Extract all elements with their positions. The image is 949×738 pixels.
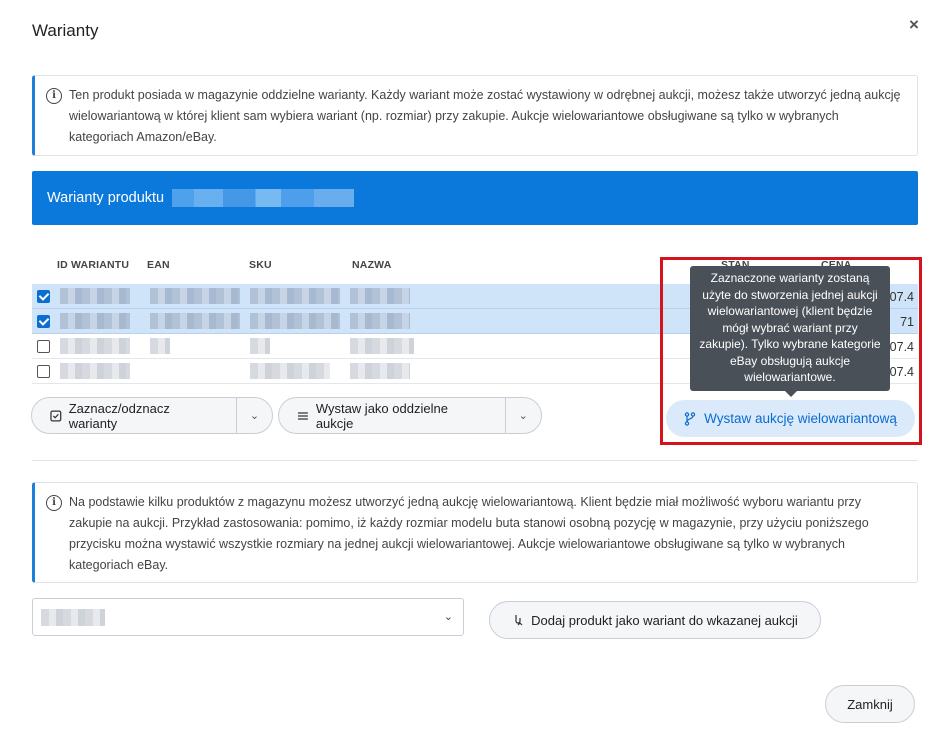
- redacted-cell: [60, 313, 130, 329]
- redacted-cell: [150, 313, 240, 329]
- row-checkbox[interactable]: [37, 315, 50, 328]
- info-box-variants: i Ten produkt posiada w magazynie oddzie…: [32, 75, 918, 156]
- close-icon[interactable]: ×: [909, 15, 919, 35]
- multi-variant-label: Wystaw aukcję wielowariantową: [704, 411, 897, 426]
- redacted-cell: [250, 288, 340, 304]
- variants-panel-header: Warianty produktu: [32, 171, 918, 225]
- redacted-cell: [350, 313, 410, 329]
- info-icon: i: [46, 88, 62, 104]
- redacted-cell: [250, 338, 270, 354]
- info-text: Na podstawie kilku produktów z magazynu …: [69, 495, 869, 572]
- add-as-variant-label: Dodaj produkt jako wariant do wkazanej a…: [531, 612, 798, 628]
- modal-title: Warianty: [32, 21, 99, 40]
- list-separately-main[interactable]: Wystaw jako oddzielne aukcje: [279, 398, 505, 433]
- toggle-variants-button[interactable]: Zaznacz/odznacz warianty ⌄: [31, 397, 273, 434]
- info-box-multi-variant: i Na podstawie kilku produktów z magazyn…: [32, 482, 918, 583]
- chevron-down-icon[interactable]: ⌄: [504, 398, 541, 433]
- redacted-cell: [350, 338, 414, 354]
- toggle-variants-label: Zaznacz/odznacz warianty: [68, 400, 170, 431]
- redacted-cell: [150, 288, 240, 304]
- auction-select[interactable]: ⌄: [32, 598, 464, 636]
- redacted-cell: [350, 363, 410, 379]
- multi-variant-auction-button[interactable]: Wystaw aukcję wielowariantową: [666, 400, 915, 437]
- redacted-product-name: [172, 189, 355, 208]
- row-checkbox[interactable]: [37, 365, 50, 378]
- redacted-cell: [60, 363, 130, 379]
- row-checkbox[interactable]: [37, 340, 50, 353]
- list-separately-button[interactable]: Wystaw jako oddzielne aukcje ⌄: [278, 397, 542, 434]
- section-divider: [32, 460, 918, 461]
- info-icon: i: [46, 495, 62, 511]
- toggle-variants-main[interactable]: Zaznacz/odznacz warianty: [32, 398, 236, 433]
- list-separately-label: Wystaw jako oddzielne aukcje: [315, 400, 448, 431]
- redacted-cell: [250, 363, 330, 379]
- column-header-name: NAZWA: [352, 259, 392, 271]
- add-as-variant-button[interactable]: Dodaj produkt jako wariant do wkazanej a…: [489, 601, 821, 639]
- close-button[interactable]: Zamknij: [825, 685, 915, 723]
- list-icon: [297, 411, 308, 420]
- redacted-cell: [350, 288, 410, 304]
- redacted-selected-value: [41, 609, 105, 626]
- column-header-ean: EAN: [147, 259, 170, 271]
- checkbox-icon: [50, 409, 62, 422]
- chevron-down-icon[interactable]: ⌄: [235, 398, 272, 433]
- row-checkbox[interactable]: [37, 290, 50, 303]
- chevron-down-icon: ⌄: [443, 611, 453, 623]
- column-header-id: ID WARIANTU: [57, 259, 130, 271]
- link-icon: [515, 615, 523, 626]
- redacted-cell: [150, 338, 170, 354]
- redacted-cell: [60, 288, 130, 304]
- redacted-cell: [60, 338, 130, 354]
- redacted-cell: [250, 313, 340, 329]
- variants-panel-title: Warianty produktu: [47, 190, 165, 206]
- variants-modal: Warianty × i Ten produkt posiada w magaz…: [0, 0, 949, 738]
- branch-icon: [684, 411, 696, 426]
- multi-variant-tooltip: Zaznaczone warianty zostaną użyte do stw…: [690, 266, 890, 397]
- info-text: Ten produkt posiada w magazynie oddzieln…: [69, 88, 901, 144]
- column-header-sku: SKU: [249, 259, 272, 271]
